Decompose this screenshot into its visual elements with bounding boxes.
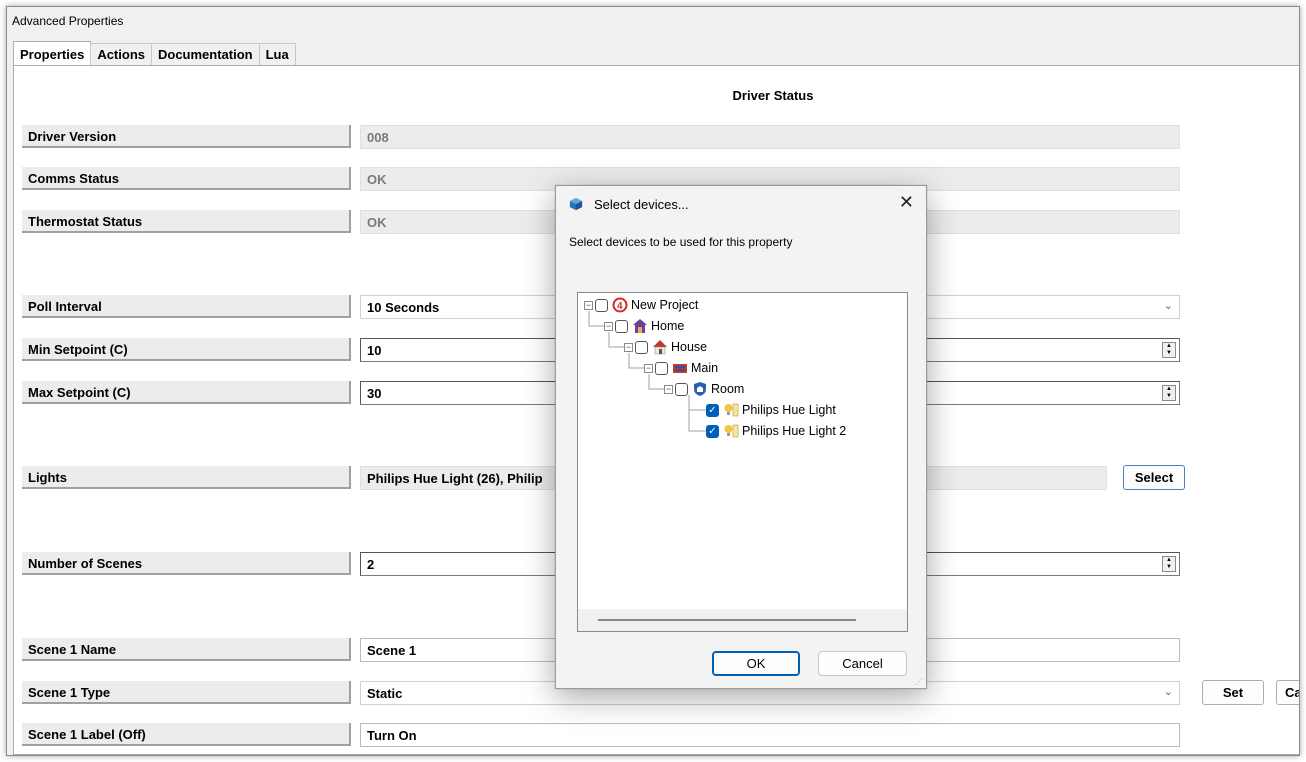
horizontal-scrollbar[interactable] xyxy=(578,609,907,631)
tab-properties[interactable]: Properties xyxy=(13,41,92,65)
window-title: Advanced Properties xyxy=(7,7,1299,35)
resize-grip-icon[interactable]: ⋰ xyxy=(915,677,923,686)
dialog-description: Select devices to be used for this prope… xyxy=(569,235,793,249)
cube-icon xyxy=(569,197,583,211)
max-setpoint-label: Max Setpoint (C) xyxy=(22,381,351,404)
spin-buttons-icon[interactable]: ▲ ▼ xyxy=(1162,556,1176,572)
chevron-down-icon[interactable]: ⌄ xyxy=(1164,299,1173,312)
scrollbar-thumb[interactable] xyxy=(598,619,856,621)
chevron-down-icon[interactable]: ⌄ xyxy=(1164,685,1173,698)
poll-interval-value: 10 Seconds xyxy=(367,300,440,315)
scene-1-type-label: Scene 1 Type xyxy=(22,681,351,704)
close-icon[interactable]: ✕ xyxy=(899,192,914,213)
light-bulb-icon xyxy=(724,403,739,417)
tab-actions[interactable]: Actions xyxy=(90,43,152,65)
light-bulb-icon xyxy=(724,424,739,438)
comms-status-label: Comms Status xyxy=(22,167,351,190)
scene-1-label-off-label: Scene 1 Label (Off) xyxy=(22,723,351,746)
select-button[interactable]: Select xyxy=(1123,465,1185,490)
checkbox-checked[interactable]: ✓ xyxy=(706,403,719,417)
tab-documentation[interactable]: Documentation xyxy=(150,43,260,65)
device-tree: − 4 New Project − Home − House − Main − … xyxy=(577,292,908,632)
driver-version-label: Driver Version xyxy=(22,125,351,148)
section-title: Driver Status xyxy=(732,88,814,103)
scene-1-label-off-input[interactable]: Turn On xyxy=(360,723,1180,747)
scene-1-name-label: Scene 1 Name xyxy=(22,638,351,661)
number-of-scenes-value: 2 xyxy=(367,557,375,572)
checkbox-checked[interactable]: ✓ xyxy=(706,424,719,438)
thermostat-status-label: Thermostat Status xyxy=(22,210,351,233)
scene-1-type-value: Static xyxy=(367,686,403,701)
spin-buttons-icon[interactable]: ▲ ▼ xyxy=(1162,342,1176,358)
select-devices-dialog: Select devices... ✕ Select devices to be… xyxy=(555,185,927,689)
min-setpoint-value: 10 xyxy=(367,343,382,358)
spin-buttons-icon[interactable]: ▲ ▼ xyxy=(1162,385,1176,401)
driver-version-value: 008 xyxy=(360,125,1180,149)
min-setpoint-label: Min Setpoint (C) xyxy=(22,338,351,361)
tab-lua[interactable]: Lua xyxy=(258,43,296,65)
set-button[interactable]: Set xyxy=(1202,680,1264,705)
tree-node-philips-hue-light-2[interactable]: ✓ Philips Hue Light 2 xyxy=(706,421,846,441)
tab-strip: Properties Actions Documentation Lua xyxy=(13,41,296,65)
poll-interval-label: Poll Interval xyxy=(22,295,351,318)
max-setpoint-value: 30 xyxy=(367,386,382,401)
tree-label: Philips Hue Light xyxy=(742,403,836,417)
scene-1-cancel-button[interactable]: Ca xyxy=(1276,680,1299,705)
number-of-scenes-label: Number of Scenes xyxy=(22,552,351,575)
tree-node-philips-hue-light[interactable]: ✓ Philips Hue Light xyxy=(706,400,836,420)
dialog-title: Select devices... xyxy=(594,197,689,212)
ok-button[interactable]: OK xyxy=(712,651,800,676)
cancel-button[interactable]: Cancel xyxy=(818,651,907,676)
tree-label: Philips Hue Light 2 xyxy=(742,424,847,438)
lights-label: Lights xyxy=(22,466,351,489)
